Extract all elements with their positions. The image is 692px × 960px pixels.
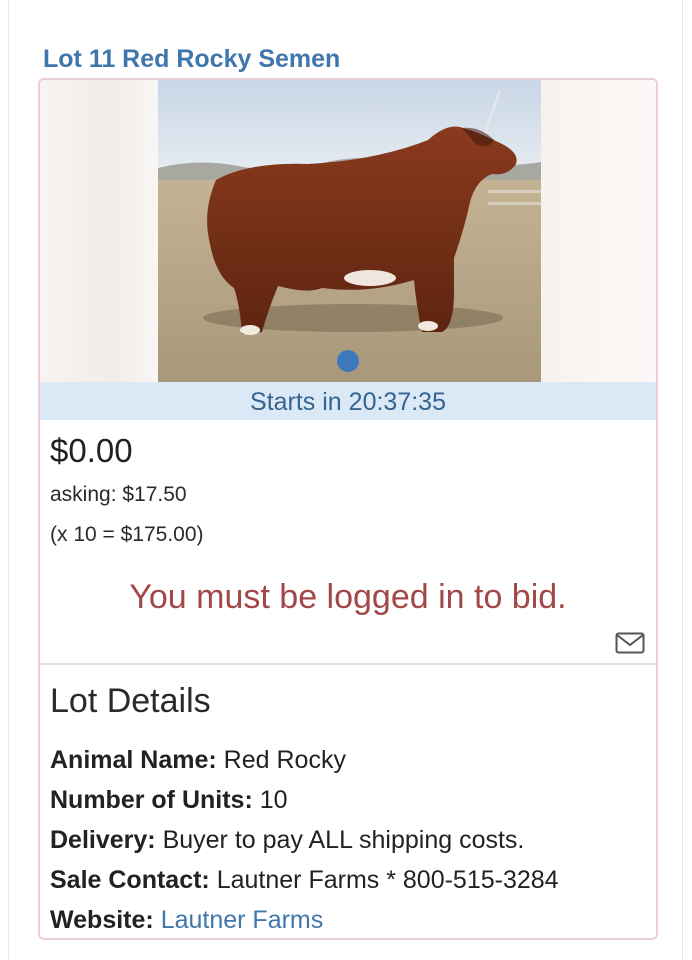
detail-website: Website: Lautner Farms: [50, 906, 323, 935]
carousel-next-image: [540, 80, 656, 382]
detail-label: Website:: [50, 906, 154, 934]
detail-number-of-units: Number of Units: 10: [50, 786, 288, 815]
detail-delivery: Delivery: Buyer to pay ALL shipping cost…: [50, 826, 524, 855]
detail-label: Delivery:: [50, 826, 156, 854]
image-carousel: [40, 80, 656, 382]
detail-value: Lautner Farms * 800-515-3284: [216, 866, 559, 894]
login-required-message: You must be logged in to bid.: [129, 578, 567, 616]
section-divider: [40, 663, 656, 665]
unit-total: (x 10 = $175.00): [50, 523, 204, 546]
detail-label: Sale Contact:: [50, 866, 210, 894]
bull-photo[interactable]: [158, 80, 541, 382]
asking-price: asking: $17.50: [50, 483, 187, 506]
auction-countdown: Starts in 20:37:35: [40, 382, 656, 420]
lot-card: Starts in 20:37:35 $0.00 asking: $17.50 …: [38, 78, 658, 940]
detail-animal-name: Animal Name: Red Rocky: [50, 746, 346, 775]
page-right-border: [682, 0, 683, 960]
detail-label: Number of Units:: [50, 786, 253, 814]
lot-title[interactable]: Lot 11 Red Rocky Semen: [43, 42, 340, 76]
current-bid-price: $0.00: [50, 432, 133, 469]
carousel-indicator-dot[interactable]: [337, 350, 359, 372]
lot-details-heading: Lot Details: [50, 682, 211, 720]
detail-value: 10: [259, 786, 288, 814]
website-link[interactable]: Lautner Farms: [161, 906, 324, 934]
detail-sale-contact: Sale Contact: Lautner Farms * 800-515-32…: [50, 866, 559, 895]
detail-value: Red Rocky: [223, 746, 346, 774]
envelope-icon[interactable]: [615, 631, 645, 655]
carousel-prev-image: [40, 80, 158, 382]
page-left-border: [8, 0, 9, 960]
detail-label: Animal Name:: [50, 746, 217, 774]
detail-value: Buyer to pay ALL shipping costs.: [162, 826, 525, 854]
